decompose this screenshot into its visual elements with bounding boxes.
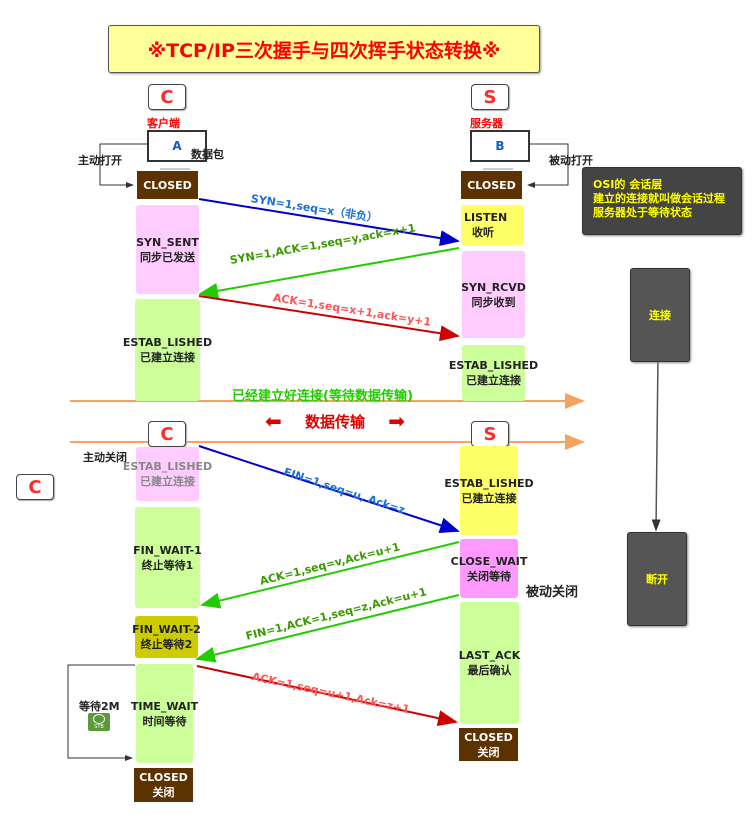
connect-to-disconnect-connector bbox=[651, 355, 661, 532]
note-line: OSI的 会话层 bbox=[593, 178, 663, 191]
active-open-label: 主动打开 bbox=[78, 154, 122, 167]
right-arrow-icon: ➡ bbox=[388, 409, 405, 433]
extra-client-node: C bbox=[16, 474, 54, 500]
client-state-syn-sent: SYN_SENT 同步已发送 bbox=[136, 205, 199, 294]
fin-ack-arrow bbox=[195, 594, 460, 663]
server-state-syn-rcvd: SYN_RCVD 同步收到 bbox=[461, 251, 526, 338]
note-line: 建立的连接就叫做会话过程 bbox=[593, 192, 725, 205]
data-transfer-label: 数据传输 bbox=[304, 412, 365, 431]
server-state-closed: CLOSED bbox=[461, 171, 522, 199]
passive-close-label: 被动关闭 bbox=[526, 585, 579, 600]
disconnect-box: 断开 bbox=[627, 532, 687, 626]
server-state-established-2: ESTAB_LISHED 已建立连接 bbox=[444, 446, 534, 535]
passive-open-label: 被动打开 bbox=[549, 154, 593, 167]
server-state-last-ack: LAST_ACK 最后确认 bbox=[459, 602, 520, 724]
server-host-label: B bbox=[470, 130, 530, 162]
left-arrow-icon: ⬅ bbox=[265, 409, 282, 433]
osi-note-box: OSI的 会话层 建立的连接就叫做会话过程 服务器处于等待状态 bbox=[582, 167, 742, 235]
client-state-established: ESTAB_LISHED 已建立连接 bbox=[123, 299, 212, 401]
client-node: C bbox=[148, 84, 186, 110]
server-state-established: ESTAB_LISHED 已建立连接 bbox=[449, 345, 538, 401]
teardown-client-node: C bbox=[148, 421, 186, 447]
timer-icon: STB bbox=[88, 713, 110, 731]
server-state-listen: LISTEN 收听 bbox=[461, 205, 524, 245]
client-state-closed-final: CLOSED 关闭 bbox=[134, 768, 193, 802]
client-state-closed: CLOSED bbox=[137, 171, 198, 199]
client-state-fin-wait-1: FIN_WAIT-1 终止等待1 bbox=[133, 507, 202, 608]
client-state-established-2: ESTAB_LISHED 已建立连接 bbox=[123, 447, 212, 501]
client-state-time-wait: TIME_WAIT 时间等待 bbox=[131, 664, 198, 763]
server-computer-icon: B bbox=[470, 130, 530, 170]
client-state-fin-wait-2: FIN_WAIT-2 终止等待2 bbox=[132, 616, 201, 658]
teardown-server-node: S bbox=[471, 421, 509, 447]
server-node: S bbox=[471, 84, 509, 110]
data-transfer-indicator: ⬅ 数据传输 ➡ bbox=[265, 410, 405, 432]
wait-2msl-label: 等待2M bbox=[79, 700, 120, 713]
note-line: 服务器处于等待状态 bbox=[593, 206, 692, 219]
packet-label: 数据包 bbox=[191, 148, 224, 161]
active-close-label: 主动关闭 bbox=[83, 451, 127, 464]
connect-box: 连接 bbox=[630, 268, 690, 362]
established-banner: 已经建立好连接(等待数据传输) bbox=[232, 389, 413, 404]
client-role-label: 客户端 bbox=[147, 117, 180, 130]
server-state-closed-final: CLOSED 关闭 bbox=[459, 728, 518, 761]
server-role-label: 服务器 bbox=[470, 117, 503, 130]
server-state-close-wait: CLOSE_WAIT 关闭等待 bbox=[451, 539, 527, 598]
